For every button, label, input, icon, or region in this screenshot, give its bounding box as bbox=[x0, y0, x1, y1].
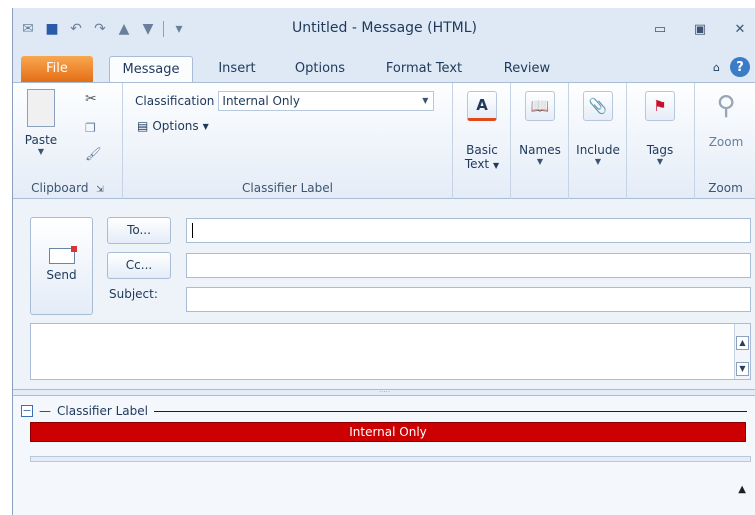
options-icon: ▤ bbox=[137, 119, 149, 133]
body-scrollbar[interactable]: ▲ ▼ bbox=[734, 324, 750, 379]
title-bar: ✉ ■ ↶ ↷ ▲ ▼ ▾ Untitled - Message (HTML) … bbox=[13, 8, 755, 54]
scroll-up-icon[interactable]: ▲ bbox=[736, 336, 749, 350]
classification-row: Classification Internal Only ▼ bbox=[135, 91, 435, 111]
minimize-icon[interactable]: ▭ bbox=[650, 20, 670, 38]
copy-icon[interactable]: ❐ bbox=[85, 121, 96, 135]
zoom-magnifier-icon: ⚲ bbox=[716, 91, 736, 121]
ribbon: Paste ▼ ✂ ❐ 🖌 Clipboard ⇲ Classification… bbox=[13, 82, 755, 200]
classifier-pane-header: − — Classifier Label bbox=[21, 404, 747, 418]
names-dropdown-icon: ▼ bbox=[536, 157, 544, 166]
tab-format-text[interactable]: Format Text bbox=[379, 56, 469, 82]
scroll-down-icon[interactable]: ▼ bbox=[736, 362, 749, 376]
close-icon[interactable]: ✕ bbox=[730, 20, 750, 38]
include-button[interactable]: 📎 Include ▼ bbox=[573, 91, 623, 166]
chevron-up-icon[interactable]: ▲ bbox=[738, 484, 746, 495]
tab-options[interactable]: Options bbox=[287, 56, 353, 82]
cc-field[interactable] bbox=[186, 253, 751, 278]
format-painter-icon[interactable]: 🖌 bbox=[85, 147, 102, 162]
tags-dropdown-icon: ▼ bbox=[656, 157, 664, 166]
cc-button[interactable]: Cc... bbox=[107, 252, 171, 279]
dash-separator: — bbox=[39, 404, 51, 418]
dialog-launcher-icon[interactable]: ⇲ bbox=[96, 185, 104, 195]
clipboard-group: Paste ▼ ✂ ❐ 🖌 Clipboard ⇲ bbox=[13, 83, 123, 200]
basic-text-dropdown-icon: ▼ bbox=[492, 161, 500, 170]
names-button[interactable]: 📖 Names ▼ bbox=[517, 91, 563, 166]
options-button[interactable]: ▤ Options ▼ bbox=[137, 119, 209, 133]
options-dropdown-icon: ▼ bbox=[202, 121, 209, 131]
paste-dropdown-icon: ▼ bbox=[37, 147, 45, 156]
classification-label: Classification bbox=[135, 94, 215, 108]
cut-icon[interactable]: ✂ bbox=[85, 91, 97, 107]
send-button[interactable]: Send bbox=[30, 217, 93, 315]
outlook-message-window: ✉ ■ ↶ ↷ ▲ ▼ ▾ Untitled - Message (HTML) … bbox=[12, 8, 755, 515]
tags-group: ⚑ Tags ▼ bbox=[627, 83, 695, 200]
help-icon[interactable]: ? bbox=[730, 57, 750, 77]
subject-label: Subject: bbox=[109, 287, 158, 301]
pane-splitter[interactable]: ····· bbox=[13, 389, 755, 396]
tab-right-controls: ⌂ ? bbox=[713, 57, 750, 77]
subject-field[interactable] bbox=[186, 287, 751, 312]
minimize-ribbon-icon[interactable]: ⌂ bbox=[713, 61, 720, 74]
address-book-icon: 📖 bbox=[525, 91, 555, 121]
chevron-down-icon: ▼ bbox=[422, 96, 429, 105]
flag-icon: ⚑ bbox=[645, 91, 675, 121]
tab-review[interactable]: Review bbox=[497, 56, 557, 82]
compose-area: Send To... Cc... Subject: ▲ ▼ ····· − — … bbox=[13, 199, 755, 515]
classifier-group: Classification Internal Only ▼ ▤ Options… bbox=[123, 83, 453, 200]
to-field[interactable] bbox=[186, 218, 751, 243]
classifier-label-pane: − — Classifier Label Internal Only ▲ bbox=[13, 396, 755, 515]
tab-file[interactable]: File bbox=[21, 56, 93, 82]
send-envelope-icon bbox=[48, 246, 77, 264]
paste-button[interactable]: Paste ▼ bbox=[19, 89, 63, 156]
names-group: 📖 Names ▼ bbox=[511, 83, 569, 200]
collapse-icon[interactable]: − bbox=[21, 405, 33, 417]
classifier-thin-bar bbox=[30, 456, 751, 462]
tab-insert[interactable]: Insert bbox=[209, 56, 265, 82]
header-rule bbox=[153, 410, 747, 412]
message-body[interactable]: ▲ ▼ bbox=[30, 323, 751, 380]
classification-banner: Internal Only bbox=[30, 422, 746, 442]
zoom-button[interactable]: ⚲ Zoom bbox=[703, 89, 749, 149]
window-controls: ▭ ▣ ✕ bbox=[650, 20, 750, 38]
paste-icon bbox=[27, 89, 55, 127]
include-dropdown-icon: ▼ bbox=[594, 157, 602, 166]
basic-text-group: A Basic Text ▼ bbox=[453, 83, 511, 200]
window-title: Untitled - Message (HTML) bbox=[291, 20, 478, 36]
to-button[interactable]: To... bbox=[107, 217, 171, 244]
ribbon-tabs: File Message Insert Options Format Text … bbox=[13, 54, 755, 83]
zoom-group: ⚲ Zoom Zoom bbox=[695, 83, 755, 200]
font-color-icon: A bbox=[467, 91, 497, 121]
paperclip-icon: 📎 bbox=[583, 91, 613, 121]
maximize-icon[interactable]: ▣ bbox=[690, 20, 710, 38]
classification-select[interactable]: Internal Only ▼ bbox=[218, 91, 435, 111]
zoom-group-label: Zoom bbox=[708, 181, 743, 195]
include-group: 📎 Include ▼ bbox=[569, 83, 627, 200]
classifier-group-label: Classifier Label bbox=[242, 181, 333, 195]
tab-message[interactable]: Message bbox=[109, 56, 193, 83]
tags-button[interactable]: ⚑ Tags ▼ bbox=[637, 91, 683, 166]
classifier-pane-title: Classifier Label bbox=[57, 404, 148, 418]
clipboard-group-label: Clipboard ⇲ bbox=[31, 181, 104, 195]
basic-text-button[interactable]: A Basic Text ▼ bbox=[461, 91, 503, 171]
